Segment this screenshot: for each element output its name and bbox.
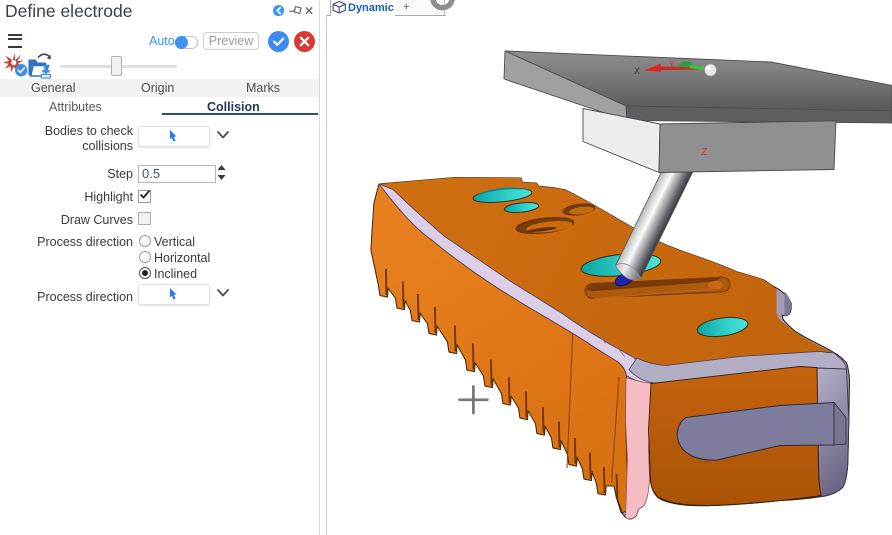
svg-text:Y: Y [669, 60, 675, 69]
svg-text:Z: Z [701, 146, 708, 158]
svg-text:X: X [634, 66, 640, 76]
